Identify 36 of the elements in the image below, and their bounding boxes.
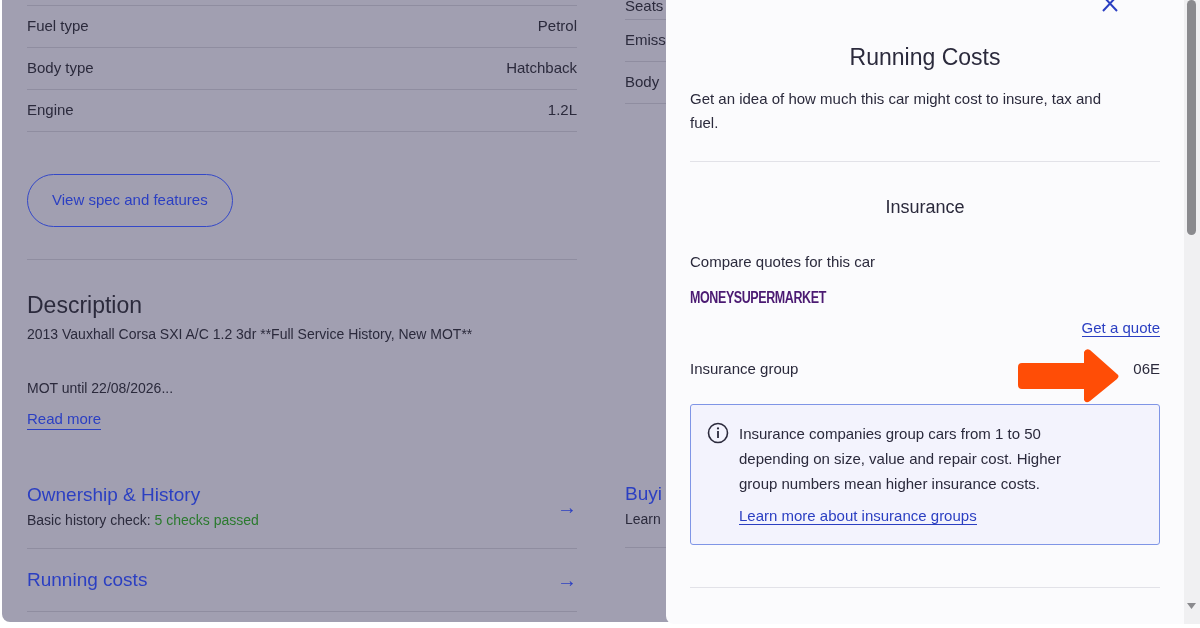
- spec-label: Body: [625, 72, 660, 93]
- section-heading: Description: [27, 291, 144, 320]
- insurance-group-label: Insurance group: [690, 358, 799, 379]
- panel-title: Running Costs: [848, 43, 1002, 72]
- section-title: Running costs: [27, 568, 148, 592]
- provider-logo: MONEYSUPERMARKET: [690, 287, 826, 308]
- learn-more-link[interactable]: Learn more about insurance groups: [739, 507, 977, 525]
- section-title: Ownership & History: [27, 483, 202, 507]
- info-icon: [707, 422, 729, 444]
- spec-value: Hatchback: [506, 58, 577, 79]
- insurance-heading: Insurance: [884, 196, 966, 219]
- get-quote-link[interactable]: Get a quote: [1081, 318, 1160, 337]
- read-more-link[interactable]: Read more: [27, 409, 102, 430]
- spec-value: 1.2L: [547, 100, 577, 121]
- description-text: MOT until 22/08/2026...: [27, 379, 175, 398]
- arrow-icon: →: [557, 491, 577, 522]
- scrollbar-thumb[interactable]: [1187, 0, 1196, 235]
- insurance-group-value: 06E: [1133, 358, 1160, 379]
- spec-label: Engine: [27, 100, 74, 121]
- section-subtitle: Learn: [625, 510, 661, 529]
- panel-intro: Get an idea of how much this car might cost to insure, tax and fuel.: [690, 87, 1160, 162]
- section-subtitle: Basic history check: 5 checks passed: [27, 511, 259, 530]
- section-link[interactable]: Running costs →: [27, 549, 577, 612]
- scroll-down-icon[interactable]: [1187, 603, 1196, 609]
- spec-label: Seats: [625, 0, 664, 17]
- description-text: 2013 Vauxhall Corsa SXI A/C 1.2 3dr **Full Service History, New MOT**: [27, 325, 474, 344]
- spec-value: Petrol: [537, 16, 577, 37]
- spec-label: Body type: [27, 58, 94, 79]
- compare-text: Compare quotes for this car: [690, 252, 877, 272]
- spec-label: Emiss: [625, 30, 666, 51]
- spec-label: Fuel type: [27, 16, 89, 37]
- arrow-icon: →: [557, 565, 577, 595]
- section-link[interactable]: Ownership & History Basic history check: 5 checks passed →: [27, 483, 577, 549]
- info-text: Insurance companies group cars from 1 to 50 depending on size, value and repair cost. Higher group numbers mean higher insurance costs.: [739, 424, 1062, 494]
- close-button[interactable]: [1102, 0, 1118, 12]
- section-title: Buyi: [625, 482, 662, 506]
